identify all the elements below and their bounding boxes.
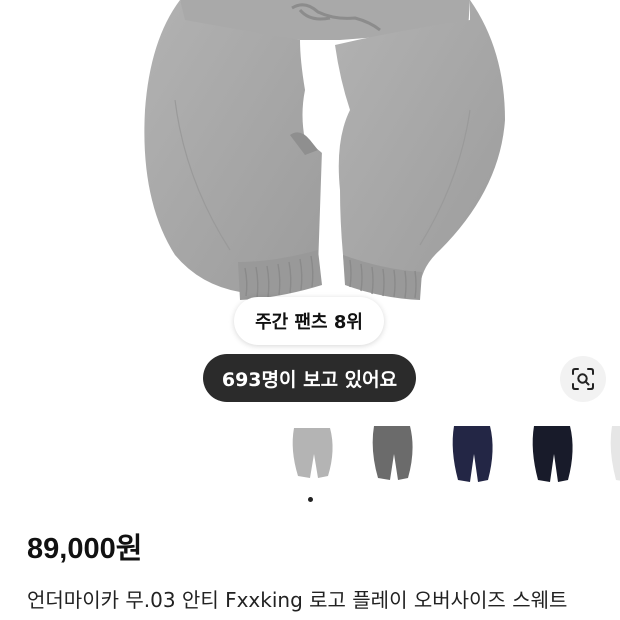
thumbnail-charcoal[interactable]: [364, 420, 420, 490]
thumbnail-black[interactable]: [524, 420, 580, 490]
viewers-count-text: 693명이 보고 있어요: [221, 368, 398, 391]
thumbnail-active-indicator: [308, 497, 313, 502]
image-search-button[interactable]: [560, 356, 606, 402]
thumbnail-gray[interactable]: [284, 420, 340, 490]
white-pants-thumbnail: [610, 426, 620, 481]
navy-pants-thumbnail: [452, 426, 493, 482]
thumbnail-white[interactable]: [602, 420, 620, 490]
viewers-count-badge: 693명이 보고 있어요: [203, 354, 416, 402]
gray-pants-thumbnail: [292, 428, 333, 478]
product-price: 89,000원: [27, 533, 143, 565]
lens-search-icon: [572, 368, 594, 390]
black-pants-thumbnail: [532, 426, 573, 482]
weekly-rank-text: 주간 팬츠 8위: [255, 312, 363, 333]
weekly-rank-badge: 주간 팬츠 8위: [234, 297, 384, 345]
color-thumbnail-strip: [284, 420, 620, 492]
product-title[interactable]: 언더마이카 무.03 안티 Fxxking 로고 플레이 오버사이즈 스웨트: [27, 584, 620, 613]
thumbnail-navy[interactable]: [444, 420, 500, 490]
charcoal-pants-thumbnail: [372, 426, 413, 480]
